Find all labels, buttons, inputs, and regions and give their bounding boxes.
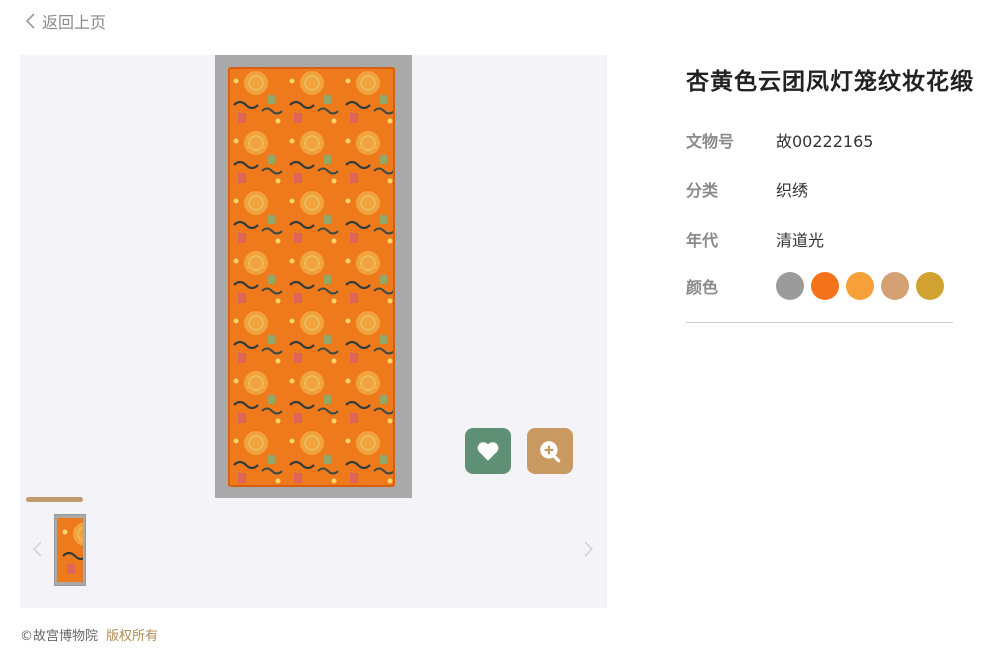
chevron-left-icon[interactable] [30, 539, 44, 559]
detail-value: 清道光 [776, 231, 825, 250]
copyright: ©故宫博物院 版权所有 [20, 625, 158, 644]
detail-row-number: 文物号 故00222165 [686, 128, 873, 152]
favorite-button[interactable] [465, 428, 511, 474]
thumbnail-image [57, 518, 83, 582]
chevron-right-icon[interactable] [582, 539, 596, 559]
detail-value: 故00222165 [776, 132, 874, 151]
heart-icon [477, 442, 499, 461]
artifact-title: 杏黄色云团凤灯笼纹妆花缎 [686, 69, 974, 95]
image-viewer [20, 55, 607, 608]
detail-row-category: 分类 织绣 [686, 177, 808, 201]
color-swatch[interactable] [776, 272, 804, 300]
zoom-in-icon [540, 441, 561, 463]
divider [686, 322, 953, 323]
color-swatch[interactable] [881, 272, 909, 300]
color-swatch[interactable] [846, 272, 874, 300]
chevron-left-icon [25, 13, 35, 29]
copyright-text: ©故宫博物院 [20, 629, 99, 644]
color-label: 颜色 [686, 278, 719, 297]
color-swatch[interactable] [811, 272, 839, 300]
back-link[interactable]: 返回上页 [24, 9, 106, 33]
detail-row-period: 年代 清道光 [686, 227, 824, 251]
detail-label: 文物号 [686, 132, 735, 151]
color-swatch[interactable] [916, 272, 944, 300]
detail-label: 分类 [686, 181, 719, 200]
thumbnail[interactable] [54, 514, 86, 586]
thumbnail-indicator [26, 497, 83, 502]
detail-label: 年代 [686, 231, 719, 250]
detail-row-colors: 颜色 [686, 272, 944, 300]
zoom-button[interactable] [527, 428, 573, 474]
color-swatches [776, 272, 944, 300]
detail-value: 织绣 [776, 181, 809, 200]
rights-link[interactable]: 版权所有 [106, 629, 158, 644]
back-label: 返回上页 [42, 13, 107, 32]
main-image-frame[interactable] [215, 55, 412, 498]
artifact-image [228, 67, 395, 487]
